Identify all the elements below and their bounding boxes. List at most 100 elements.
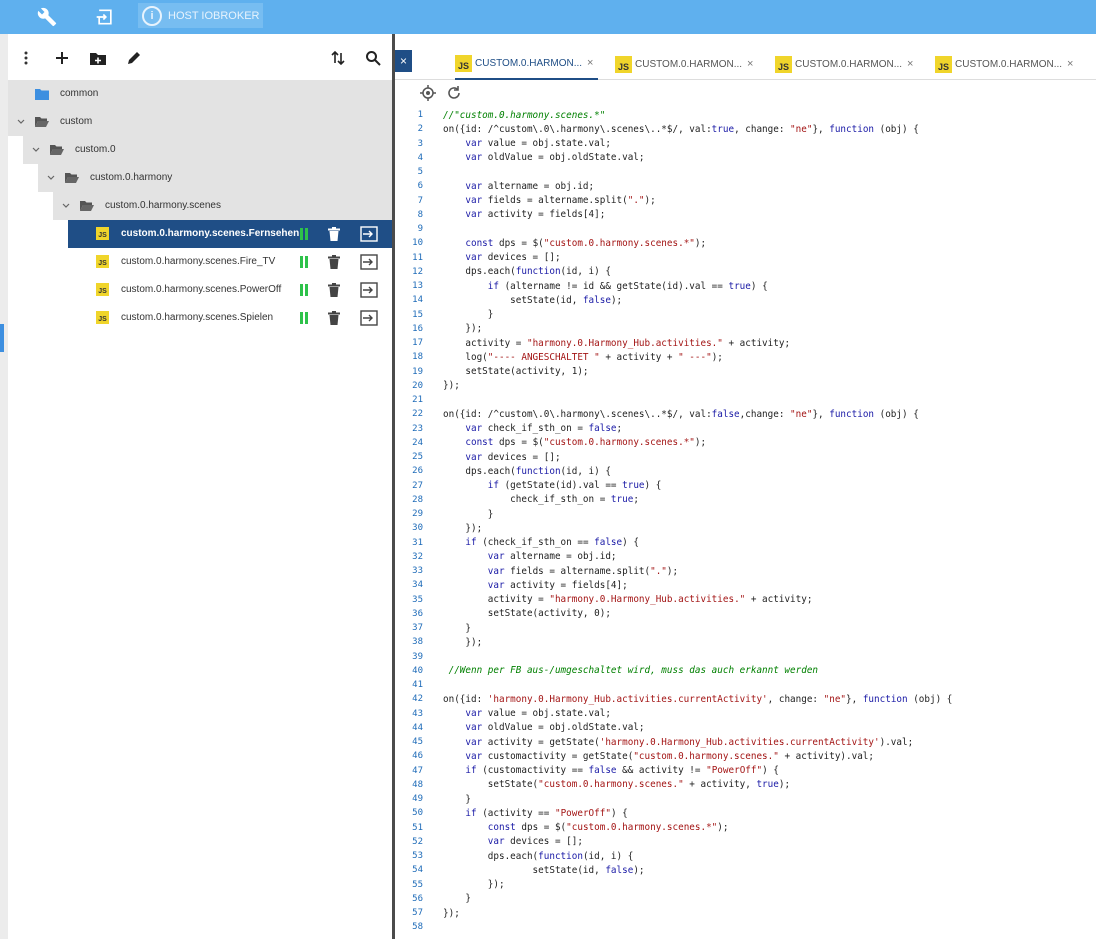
code-line[interactable]: 35 activity = "harmony.0.Harmony_Hub.act… bbox=[395, 593, 1096, 607]
wrench-icon[interactable] bbox=[34, 4, 60, 30]
code-line[interactable]: 52 var devices = []; bbox=[395, 835, 1096, 849]
code-line[interactable]: 43 var value = obj.state.val; bbox=[395, 707, 1096, 721]
locate-target-icon[interactable] bbox=[420, 85, 436, 101]
delete-trash-icon[interactable] bbox=[328, 311, 340, 325]
editor-tab[interactable]: JS CUSTOM.0.HARMON... × bbox=[615, 48, 758, 80]
folder-tree-item[interactable]: custom.0 bbox=[23, 136, 392, 164]
code-line[interactable]: 53 dps.each(function(id, i) { bbox=[395, 849, 1096, 863]
editor-tab[interactable]: JS CUSTOM.0.HARMON... × bbox=[455, 48, 598, 80]
code-line[interactable]: 41 bbox=[395, 678, 1096, 692]
code-line[interactable]: 33 var fields = altername.split("."); bbox=[395, 564, 1096, 578]
code-line[interactable]: 6 var altername = obj.id; bbox=[395, 179, 1096, 193]
code-line[interactable]: 31 if (check_if_sth_on == false) { bbox=[395, 536, 1096, 550]
code-line[interactable]: 26 dps.each(function(id, i) { bbox=[395, 464, 1096, 478]
chevron-down-icon[interactable] bbox=[61, 201, 71, 211]
pause-script-icon[interactable] bbox=[298, 255, 310, 269]
delete-trash-icon[interactable] bbox=[328, 227, 340, 241]
close-tab-icon[interactable]: × bbox=[747, 58, 753, 70]
code-line[interactable]: 18 log("---- ANGESCHALTET " + activity +… bbox=[395, 350, 1096, 364]
code-line[interactable]: 47 if (customactivity == false && activi… bbox=[395, 764, 1096, 778]
pause-script-icon[interactable] bbox=[298, 283, 310, 297]
search-icon[interactable] bbox=[361, 46, 385, 70]
code-line[interactable]: 1 //"custom.0.harmony.scenes.*" bbox=[395, 108, 1096, 122]
code-line[interactable]: 34 var activity = fields[4]; bbox=[395, 578, 1096, 592]
code-line[interactable]: 55 }); bbox=[395, 878, 1096, 892]
code-line[interactable]: 10 const dps = $("custom.0.harmony.scene… bbox=[395, 236, 1096, 250]
delete-trash-icon[interactable] bbox=[328, 283, 340, 297]
code-line[interactable]: 56 } bbox=[395, 892, 1096, 906]
host-selector[interactable]: i HOST IOBROKER bbox=[138, 3, 263, 28]
code-area[interactable]: 1 //"custom.0.harmony.scenes.*" 2 on({id: /… bbox=[395, 108, 1096, 939]
code-line[interactable]: 46 var customactivity = getState("custom… bbox=[395, 749, 1096, 763]
add-folder-icon[interactable] bbox=[86, 46, 110, 70]
code-line[interactable]: 57}); bbox=[395, 906, 1096, 920]
code-line[interactable]: 20}); bbox=[395, 379, 1096, 393]
chevron-down-icon[interactable] bbox=[16, 117, 26, 127]
pause-script-icon[interactable] bbox=[298, 311, 310, 325]
code-line[interactable]: 14 setState(id, false); bbox=[395, 293, 1096, 307]
code-line[interactable]: 5 bbox=[395, 165, 1096, 179]
code-line[interactable]: 42 on({id: 'harmony.0.Harmony_Hub.activit… bbox=[395, 692, 1096, 706]
pause-script-icon[interactable] bbox=[298, 227, 310, 241]
code-line[interactable]: 50 if (activity == "PowerOff") { bbox=[395, 806, 1096, 820]
code-line[interactable]: 39 bbox=[395, 650, 1096, 664]
code-line[interactable]: 17 activity = "harmony.0.Harmony_Hub.act… bbox=[395, 336, 1096, 350]
logout-icon[interactable] bbox=[92, 4, 118, 30]
code-line[interactable]: 2 on({id: /^custom\.0\.harmony\.scenes\..… bbox=[395, 122, 1096, 136]
code-line[interactable]: 32 var altername = obj.id; bbox=[395, 550, 1096, 564]
code-line[interactable]: 45 var activity = getState('harmony.0.Ha… bbox=[395, 735, 1096, 749]
close-tab-icon[interactable]: × bbox=[587, 57, 593, 69]
chevron-down-icon[interactable] bbox=[46, 173, 56, 183]
folder-tree-item[interactable]: common bbox=[8, 80, 392, 108]
script-tree-item[interactable]: JS custom.0.harmony.scenes.PowerOff bbox=[68, 276, 392, 304]
folder-tree-item[interactable]: custom.0.harmony.scenes bbox=[53, 192, 392, 220]
code-line[interactable]: 15 } bbox=[395, 308, 1096, 322]
code-line[interactable]: 3 var value = obj.state.val; bbox=[395, 137, 1096, 151]
code-line[interactable]: 4 var oldValue = obj.oldState.val; bbox=[395, 151, 1096, 165]
code-line[interactable]: 27 if (getState(id).val == true) { bbox=[395, 479, 1096, 493]
code-line[interactable]: 51 const dps = $("custom.0.harmony.scene… bbox=[395, 821, 1096, 835]
editor-tab[interactable]: JS CUSTOM.0.HARMON... × bbox=[935, 48, 1078, 80]
code-line[interactable]: 9 bbox=[395, 222, 1096, 236]
code-line[interactable]: 13 if (altername != id && getState(id).v… bbox=[395, 279, 1096, 293]
code-line[interactable]: 11 var devices = []; bbox=[395, 251, 1096, 265]
export-script-icon[interactable] bbox=[360, 226, 378, 242]
code-line[interactable]: 38 }); bbox=[395, 635, 1096, 649]
export-script-icon[interactable] bbox=[360, 282, 378, 298]
code-line[interactable]: 54 setState(id, false); bbox=[395, 863, 1096, 877]
code-line[interactable]: 23 var check_if_sth_on = false; bbox=[395, 422, 1096, 436]
code-line[interactable]: 22 on({id: /^custom\.0\.harmony\.scenes\.… bbox=[395, 407, 1096, 421]
editor-tab[interactable]: JS CUSTOM.0.HARMON... × bbox=[775, 48, 918, 80]
refresh-icon[interactable] bbox=[446, 85, 462, 101]
code-line[interactable]: 25 var devices = []; bbox=[395, 450, 1096, 464]
close-tab-icon[interactable]: × bbox=[1067, 58, 1073, 70]
code-line[interactable]: 8 var activity = fields[4]; bbox=[395, 208, 1096, 222]
more-menu-icon[interactable] bbox=[14, 46, 38, 70]
export-script-icon[interactable] bbox=[360, 254, 378, 270]
code-line[interactable]: 36 setState(activity, 0); bbox=[395, 607, 1096, 621]
sort-icon[interactable] bbox=[326, 46, 350, 70]
code-line[interactable]: 7 var fields = altername.split("."); bbox=[395, 194, 1096, 208]
code-line[interactable]: 48 setState("custom.0.harmony.scenes." +… bbox=[395, 778, 1096, 792]
code-line[interactable]: 30 }); bbox=[395, 521, 1096, 535]
code-line[interactable]: 28 check_if_sth_on = true; bbox=[395, 493, 1096, 507]
code-line[interactable]: 29 } bbox=[395, 507, 1096, 521]
export-script-icon[interactable] bbox=[360, 310, 378, 326]
script-tree-item[interactable]: JS custom.0.harmony.scenes.Fire_TV bbox=[68, 248, 392, 276]
delete-trash-icon[interactable] bbox=[328, 255, 340, 269]
script-tree-item[interactable]: JS custom.0.harmony.scenes.Fernsehen bbox=[68, 220, 392, 248]
code-line[interactable]: 12 dps.each(function(id, i) { bbox=[395, 265, 1096, 279]
folder-tree-item[interactable]: custom.0.harmony bbox=[38, 164, 392, 192]
code-line[interactable]: 24 const dps = $("custom.0.harmony.scene… bbox=[395, 436, 1096, 450]
code-line[interactable]: 58 bbox=[395, 920, 1096, 934]
code-line[interactable]: 44 var oldValue = obj.oldState.val; bbox=[395, 721, 1096, 735]
code-line[interactable]: 19 setState(activity, 1); bbox=[395, 365, 1096, 379]
chevron-down-icon[interactable] bbox=[31, 145, 41, 155]
code-line[interactable]: 16 }); bbox=[395, 322, 1096, 336]
code-line[interactable]: 49 } bbox=[395, 792, 1096, 806]
folder-tree-item[interactable]: custom bbox=[8, 108, 392, 136]
script-tree-item[interactable]: JS custom.0.harmony.scenes.Spielen bbox=[68, 304, 392, 332]
close-all-tabs-button[interactable]: × bbox=[395, 50, 412, 72]
add-script-icon[interactable] bbox=[50, 46, 74, 70]
close-tab-icon[interactable]: × bbox=[907, 58, 913, 70]
